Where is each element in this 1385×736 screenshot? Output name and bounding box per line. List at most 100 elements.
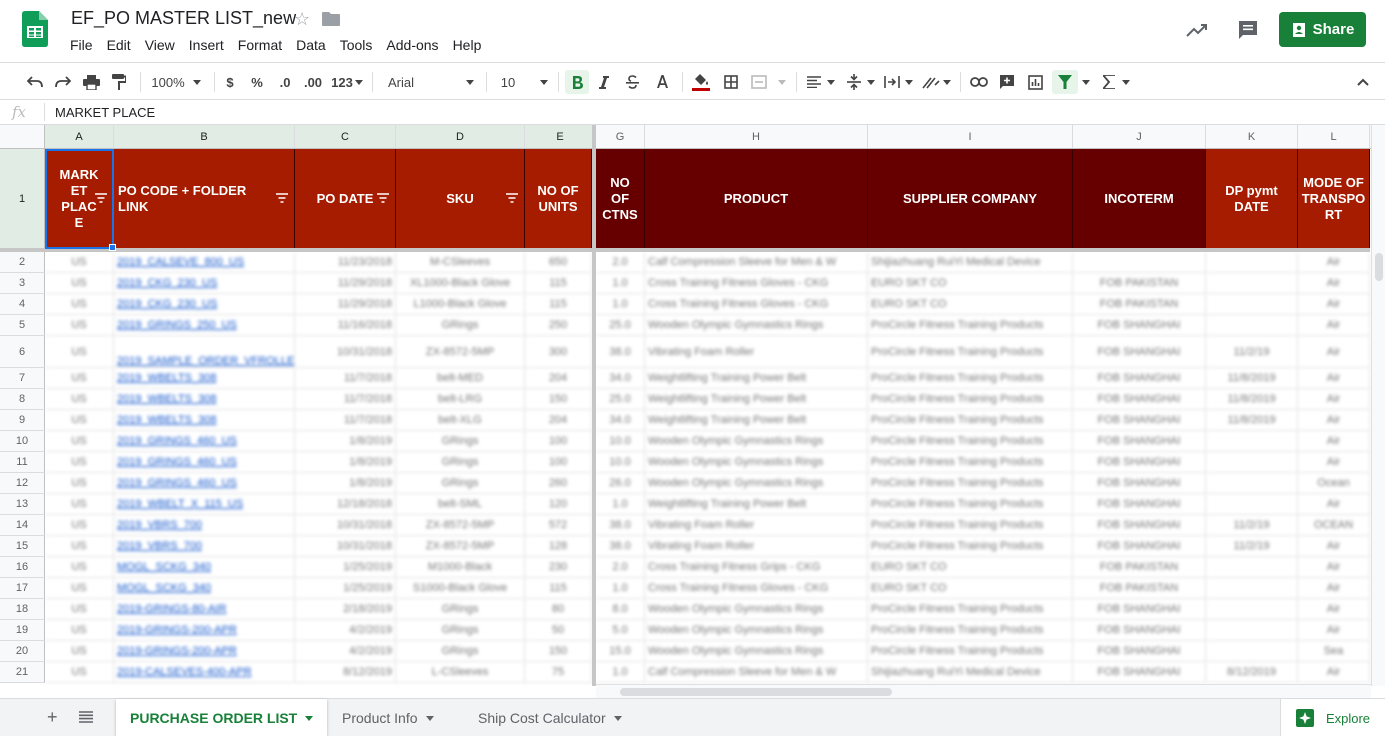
cell-sku[interactable]: belt-MED <box>396 368 525 389</box>
cell-sku[interactable]: GRings <box>396 315 525 336</box>
cell-units[interactable]: 75 <box>525 662 592 683</box>
column-header-i[interactable]: I <box>868 125 1073 149</box>
cell-sku[interactable]: GRings <box>396 431 525 452</box>
row-header[interactable]: 11 <box>0 452 45 473</box>
header-cell-units[interactable]: NO OF UNITS <box>525 149 592 249</box>
menu-edit[interactable]: Edit <box>100 37 138 53</box>
cell-po-date[interactable]: 11/23/2018 <box>295 252 396 273</box>
cell-product[interactable]: Calf Compression Sleeve for Men & W <box>645 252 868 273</box>
insert-chart-icon[interactable] <box>1024 63 1046 101</box>
chevron-down-icon[interactable] <box>305 715 314 721</box>
cell-transport[interactable]: Air <box>1298 431 1370 452</box>
cell-marketplace[interactable]: US <box>45 431 114 452</box>
merge-cells-icon[interactable] <box>748 63 770 101</box>
cell-po-date[interactable]: 11/16/2018 <box>295 315 396 336</box>
cell-product[interactable]: Vibrating Foam Roller <box>645 536 868 557</box>
cell-ctns[interactable]: 2.0 <box>596 557 645 578</box>
cell-marketplace[interactable]: US <box>45 294 114 315</box>
cell-incoterm[interactable]: FOB SHANGHAI <box>1073 473 1206 494</box>
sheet-tab-purchase-order-list[interactable]: PURCHASE ORDER LIST <box>116 699 328 736</box>
cell-units[interactable]: 50 <box>525 620 592 641</box>
comment-icon[interactable] <box>1236 18 1260 42</box>
cell-incoterm[interactable]: FOB PAKISTAN <box>1073 557 1206 578</box>
vertical-scrollbar[interactable] <box>1371 125 1385 686</box>
cell-sku[interactable]: M1000-Black <box>396 557 525 578</box>
cell-ctns[interactable]: 1.0 <box>596 494 645 515</box>
cell-sku[interactable]: GRings <box>396 641 525 662</box>
cell-ctns[interactable]: 34.0 <box>596 410 645 431</box>
cell-ctns[interactable]: 2.0 <box>596 252 645 273</box>
select-all-corner[interactable] <box>0 125 45 149</box>
cell-units[interactable]: 115 <box>525 294 592 315</box>
font-family-select[interactable]: Arial <box>388 63 416 101</box>
paint-format-icon[interactable] <box>108 63 130 101</box>
cell-product[interactable]: Wooden Olympic Gymnastics Rings <box>645 473 868 494</box>
cell-dp-date[interactable] <box>1206 557 1298 578</box>
chevron-down-icon[interactable] <box>538 63 550 101</box>
cell-supplier[interactable]: EURO SKT CO <box>868 294 1073 315</box>
cell-po-date[interactable]: 1/8/2019 <box>295 431 396 452</box>
cell-po-code[interactable]: 2019_VBRS_700 <box>114 515 295 536</box>
header-cell-dp-date[interactable]: DP pymt DATE <box>1206 149 1298 249</box>
cell-units[interactable]: 100 <box>525 452 592 473</box>
cell-sku[interactable]: GRings <box>396 452 525 473</box>
cell-product[interactable]: Wooden Olympic Gymnastics Rings <box>645 452 868 473</box>
cell-marketplace[interactable]: US <box>45 473 114 494</box>
cell-incoterm[interactable]: FOB SHANGHAI <box>1073 599 1206 620</box>
cell-supplier[interactable]: ProCircle Fitness Training Products <box>868 452 1073 473</box>
cell-transport[interactable]: Air <box>1298 452 1370 473</box>
menu-file[interactable]: File <box>63 37 100 53</box>
header-cell-product[interactable]: PRODUCT <box>645 149 868 249</box>
cell-ctns[interactable]: 1.0 <box>596 662 645 683</box>
cell-po-code[interactable]: 2019_WBELT_X_115_US <box>114 494 295 515</box>
cell-po-code[interactable]: MOGL_SCKG_340 <box>114 557 295 578</box>
cell-units[interactable]: 572 <box>525 515 592 536</box>
cell-po-code[interactable]: 2019_GRINGS_460_US <box>114 473 295 494</box>
chevron-down-icon[interactable] <box>425 715 434 721</box>
cell-po-code[interactable]: 2019_GRINGS_460_US <box>114 431 295 452</box>
cell-product[interactable]: Weightlifting Training Power Belt <box>645 494 868 515</box>
cell-units[interactable]: 150 <box>525 641 592 662</box>
menu-tools[interactable]: Tools <box>333 37 380 53</box>
row-header[interactable]: 5 <box>0 315 45 336</box>
cell-dp-date[interactable] <box>1206 431 1298 452</box>
cell-ctns[interactable]: 25.0 <box>596 315 645 336</box>
cell-sku[interactable]: L-CSleeves <box>396 662 525 683</box>
column-header-k[interactable]: K <box>1206 125 1298 149</box>
cell-dp-date[interactable] <box>1206 315 1298 336</box>
cell-transport[interactable]: Air <box>1298 557 1370 578</box>
cell-units[interactable]: 204 <box>525 368 592 389</box>
row-header[interactable]: 14 <box>0 515 45 536</box>
cell-supplier[interactable]: ProCircle Fitness Training Products <box>868 494 1073 515</box>
menu-insert[interactable]: Insert <box>182 37 231 53</box>
cell-ctns[interactable]: 1.0 <box>596 273 645 294</box>
chevron-down-icon[interactable] <box>1120 63 1132 101</box>
cell-product[interactable]: Wooden Olympic Gymnastics Rings <box>645 641 868 662</box>
cell-units[interactable]: 128 <box>525 536 592 557</box>
text-color-icon[interactable] <box>652 63 672 101</box>
chevron-down-icon[interactable] <box>942 63 952 101</box>
cell-units[interactable]: 115 <box>525 273 592 294</box>
cell-sku[interactable]: GRings <box>396 473 525 494</box>
sheets-logo-icon[interactable] <box>22 11 48 47</box>
cell-transport[interactable]: Air <box>1298 315 1370 336</box>
formula-input[interactable]: MARKET PLACE <box>55 105 155 120</box>
cell-incoterm[interactable]: FOB SHANGHAI <box>1073 368 1206 389</box>
cell-marketplace[interactable]: US <box>45 536 114 557</box>
cell-supplier[interactable]: ProCircle Fitness Training Products <box>868 473 1073 494</box>
menu-view[interactable]: View <box>138 37 182 53</box>
row-header[interactable]: 9 <box>0 410 45 431</box>
cell-product[interactable]: Weightlifting Training Power Belt <box>645 368 868 389</box>
menu-format[interactable]: Format <box>231 37 289 53</box>
cell-marketplace[interactable]: US <box>45 515 114 536</box>
chevron-down-icon[interactable] <box>826 63 836 101</box>
cell-marketplace[interactable]: US <box>45 315 114 336</box>
cell-incoterm[interactable]: FOB SHANGHAI <box>1073 410 1206 431</box>
cell-transport[interactable]: Air <box>1298 494 1370 515</box>
cell-incoterm[interactable] <box>1073 252 1206 273</box>
italic-icon[interactable] <box>594 63 614 101</box>
cell-supplier[interactable]: ProCircle Fitness Training Products <box>868 431 1073 452</box>
cell-supplier[interactable]: ProCircle Fitness Training Products <box>868 315 1073 336</box>
frozen-column-divider[interactable] <box>592 125 596 686</box>
filter-icon[interactable] <box>1052 70 1078 94</box>
